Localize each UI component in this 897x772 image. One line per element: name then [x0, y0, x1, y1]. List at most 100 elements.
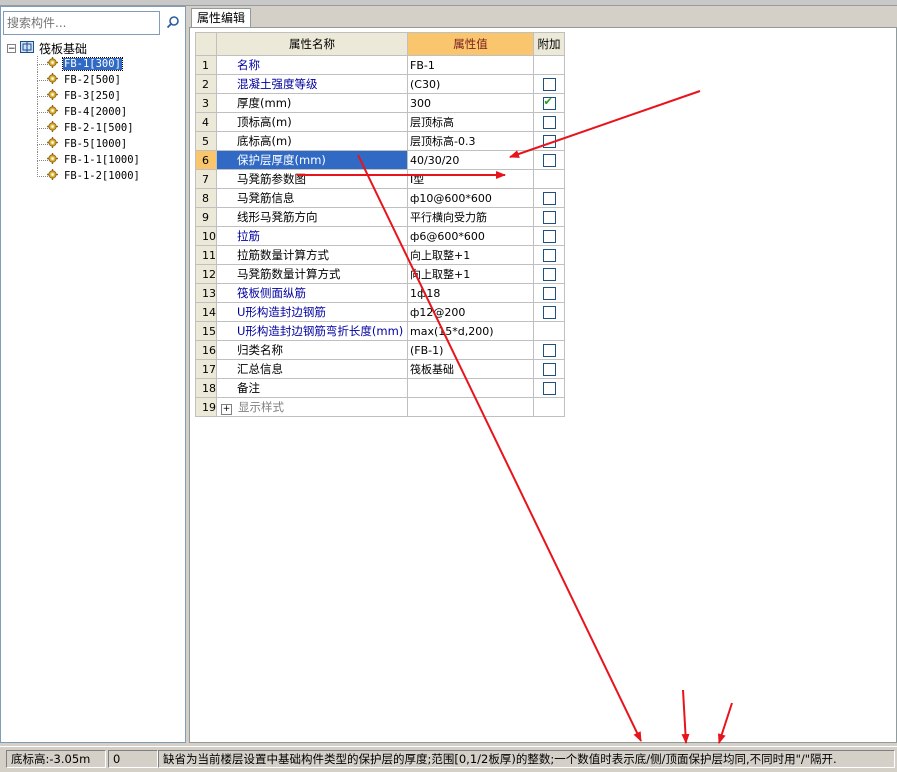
- collapse-toggle-icon[interactable]: −: [7, 43, 16, 53]
- table-row[interactable]: 10 拉筋 ф6@600*600: [195, 226, 565, 246]
- property-value-cell[interactable]: max(15*d,200): [407, 321, 534, 341]
- attach-checkbox[interactable]: [542, 192, 556, 205]
- property-name-cell[interactable]: 马凳筋数量计算方式: [216, 264, 408, 284]
- property-value-cell[interactable]: 300: [407, 93, 534, 113]
- gear-icon: [47, 169, 58, 183]
- property-name-cell[interactable]: U形构造封边钢筋弯折长度(mm): [216, 321, 408, 341]
- property-value-cell[interactable]: (C30): [407, 74, 534, 94]
- property-value-cell[interactable]: FB-1: [407, 55, 534, 75]
- property-name: 保护层厚度(mm): [237, 153, 326, 167]
- property-name: 显示样式: [238, 400, 284, 414]
- tree-item[interactable]: FB-2-1[500]: [7, 120, 185, 136]
- tree-item-label: FB-3[250]: [64, 90, 121, 102]
- table-row[interactable]: 13 筏板侧面纵筋 1ф18: [195, 283, 565, 303]
- property-name-cell[interactable]: 汇总信息: [216, 359, 408, 379]
- attach-checkbox[interactable]: [542, 306, 556, 319]
- property-name-cell[interactable]: 保护层厚度(mm): [216, 150, 408, 170]
- attach-checkbox[interactable]: [542, 268, 556, 281]
- property-name-cell[interactable]: 厚度(mm): [216, 93, 408, 113]
- gear-icon: [47, 153, 58, 167]
- attach-checkbox[interactable]: [542, 287, 556, 300]
- table-row[interactable]: 8 马凳筋信息 ф10@600*600: [195, 188, 565, 208]
- table-row[interactable]: 16 归类名称 (FB-1): [195, 340, 565, 360]
- attach-cell: [533, 207, 565, 227]
- table-row[interactable]: 6 保护层厚度(mm) 40/30/20: [195, 150, 565, 170]
- table-row[interactable]: 1 名称 FB-1: [195, 55, 565, 75]
- property-value-cell[interactable]: I型: [407, 169, 534, 189]
- gear-icon: [47, 105, 58, 119]
- tree-item[interactable]: FB-4[2000]: [7, 104, 185, 120]
- property-name-cell[interactable]: 归类名称: [216, 340, 408, 360]
- attach-checkbox[interactable]: [542, 95, 556, 110]
- property-value-cell[interactable]: ф10@600*600: [407, 188, 534, 208]
- property-name-cell[interactable]: 线形马凳筋方向: [216, 207, 408, 227]
- attach-checkbox[interactable]: [542, 154, 556, 167]
- property-value-cell[interactable]: 向上取整+1: [407, 264, 534, 284]
- tree-item[interactable]: FB-2[500]: [7, 72, 185, 88]
- property-value-cell[interactable]: (FB-1): [407, 340, 534, 360]
- property-name-cell[interactable]: 拉筋数量计算方式: [216, 245, 408, 265]
- table-row[interactable]: 9 线形马凳筋方向 平行横向受力筋: [195, 207, 565, 227]
- tree-connector: [37, 136, 48, 145]
- table-row[interactable]: 17 汇总信息 筏板基础: [195, 359, 565, 379]
- property-value-cell[interactable]: 1ф18: [407, 283, 534, 303]
- table-row[interactable]: 18 备注: [195, 378, 565, 398]
- property-value-cell[interactable]: 筏板基础: [407, 359, 534, 379]
- attach-checkbox[interactable]: [542, 211, 556, 224]
- tree-root-node[interactable]: − 筏板基础: [7, 40, 185, 56]
- property-value-cell[interactable]: ф6@600*600: [407, 226, 534, 246]
- attach-checkbox[interactable]: [542, 382, 556, 395]
- property-value-cell[interactable]: [407, 378, 534, 398]
- table-row[interactable]: 4 顶标高(m) 层顶标高: [195, 112, 565, 132]
- search-button[interactable]: [162, 11, 184, 35]
- tree-item[interactable]: FB-1[300]: [7, 56, 185, 72]
- tree-item[interactable]: FB-1-1[1000]: [7, 152, 185, 168]
- table-row[interactable]: 12 马凳筋数量计算方式 向上取整+1: [195, 264, 565, 284]
- property-name-cell[interactable]: + 显示样式: [216, 397, 408, 417]
- property-name-cell[interactable]: U形构造封边钢筋: [216, 302, 408, 322]
- property-name-cell[interactable]: 备注: [216, 378, 408, 398]
- property-name: 底标高(m): [237, 134, 292, 148]
- tree-connector: [37, 144, 38, 152]
- property-value-cell[interactable]: 平行横向受力筋: [407, 207, 534, 227]
- property-name-cell[interactable]: 名称: [216, 55, 408, 75]
- property-name-cell[interactable]: 马凳筋信息: [216, 188, 408, 208]
- attach-checkbox[interactable]: [542, 78, 556, 91]
- tree-item[interactable]: FB-1-2[1000]: [7, 168, 185, 184]
- attach-cell: [533, 55, 565, 75]
- property-value-cell[interactable]: 40/30/20: [407, 150, 534, 170]
- gear-icon: [47, 73, 58, 87]
- attach-checkbox[interactable]: [542, 230, 556, 243]
- property-name-cell[interactable]: 拉筋: [216, 226, 408, 246]
- property-name-cell[interactable]: 顶标高(m): [216, 112, 408, 132]
- property-name-cell[interactable]: 筏板侧面纵筋: [216, 283, 408, 303]
- property-name-cell[interactable]: 混凝土强度等级: [216, 74, 408, 94]
- table-row[interactable]: 11 拉筋数量计算方式 向上取整+1: [195, 245, 565, 265]
- table-row[interactable]: 19 + 显示样式: [195, 397, 565, 417]
- table-row[interactable]: 14 U形构造封边钢筋 ф12@200: [195, 302, 565, 322]
- property-value-cell[interactable]: 层顶标高-0.3: [407, 131, 534, 151]
- property-name-cell[interactable]: 马凳筋参数图: [216, 169, 408, 189]
- property-value-cell[interactable]: 向上取整+1: [407, 245, 534, 265]
- expand-plus-icon[interactable]: +: [221, 404, 232, 415]
- property-value-cell[interactable]: [407, 397, 534, 417]
- tree-connector: [37, 168, 48, 177]
- attach-checkbox[interactable]: [542, 344, 556, 357]
- table-row[interactable]: 3 厚度(mm) 300: [195, 93, 565, 113]
- property-value-cell[interactable]: 层顶标高: [407, 112, 534, 132]
- tree-item[interactable]: FB-3[250]: [7, 88, 185, 104]
- table-row[interactable]: 7 马凳筋参数图 I型: [195, 169, 565, 189]
- attach-checkbox[interactable]: [542, 116, 556, 129]
- property-name-cell[interactable]: 底标高(m): [216, 131, 408, 151]
- search-input[interactable]: [3, 11, 160, 35]
- attach-cell: [533, 378, 565, 398]
- table-row[interactable]: 5 底标高(m) 层顶标高-0.3: [195, 131, 565, 151]
- table-row[interactable]: 2 混凝土强度等级 (C30): [195, 74, 565, 94]
- attach-checkbox[interactable]: [542, 135, 556, 148]
- tree-item[interactable]: FB-5[1000]: [7, 136, 185, 152]
- property-value-cell[interactable]: ф12@200: [407, 302, 534, 322]
- tab-property-edit[interactable]: 属性编辑: [191, 8, 251, 27]
- table-row[interactable]: 15 U形构造封边钢筋弯折长度(mm) max(15*d,200): [195, 321, 565, 341]
- attach-checkbox[interactable]: [542, 363, 556, 376]
- attach-checkbox[interactable]: [542, 249, 556, 262]
